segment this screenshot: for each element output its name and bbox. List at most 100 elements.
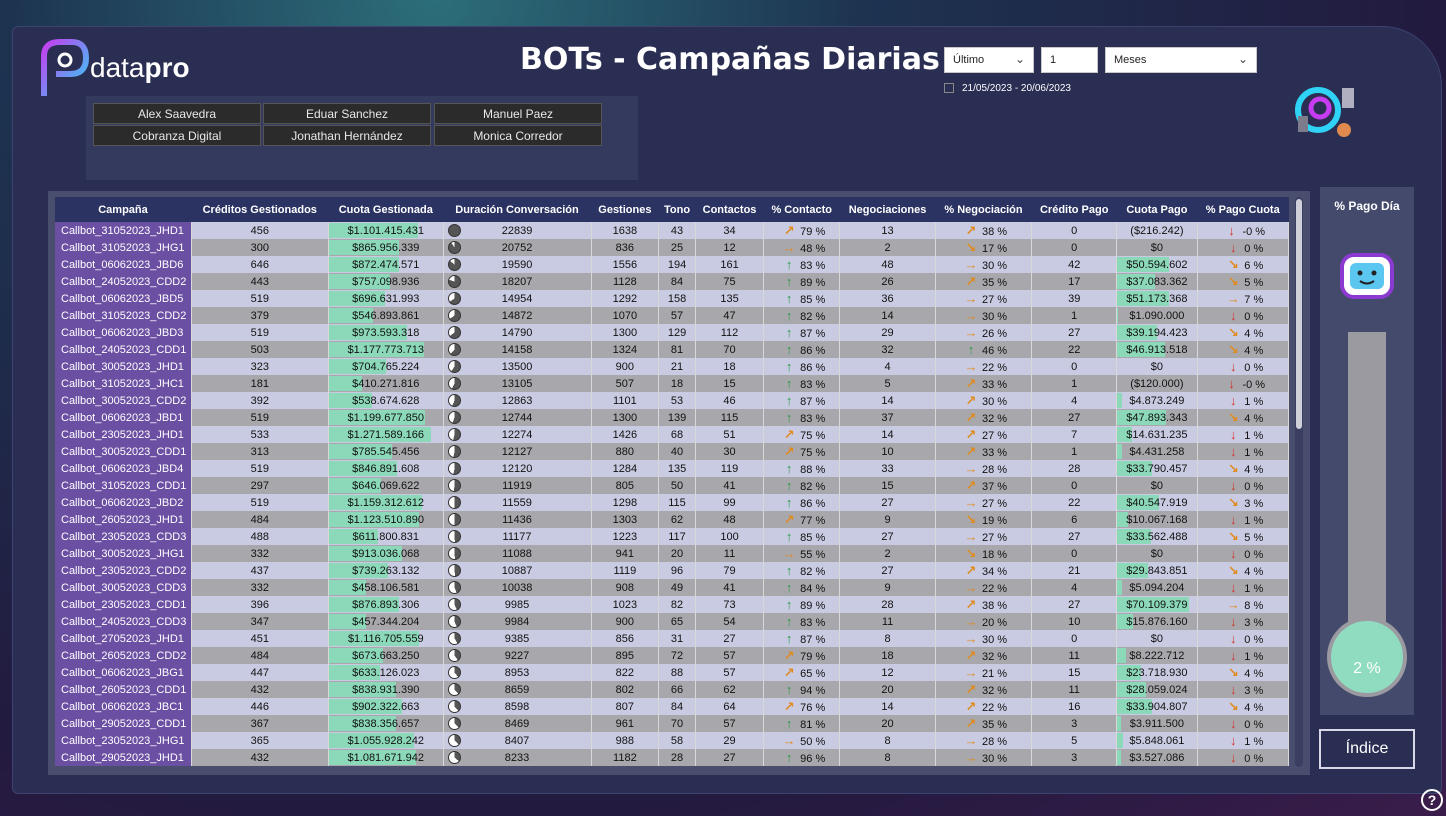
table-row[interactable]: Callbot_23052023_JHD1 533 $1.271.589.166 12… <box>55 426 1289 443</box>
gestiones: 1303 <box>591 511 660 528</box>
column-header[interactable]: % Contacto <box>763 197 840 222</box>
tono: 21 <box>658 358 696 375</box>
tono: 88 <box>658 664 696 681</box>
column-header[interactable]: Duración Conversación <box>443 197 592 222</box>
table-row[interactable]: Callbot_30052023_CDD2 392 $538.674.628 1286… <box>55 392 1289 409</box>
trend-arrow-icon: ↗ <box>783 222 795 238</box>
scrollbar-thumb[interactable] <box>1296 199 1302 429</box>
agent-button[interactable]: Monica Corredor <box>434 125 602 146</box>
table-row[interactable]: Callbot_26052023_JHD1 484 $1.123.510.890 11… <box>55 511 1289 528</box>
gestiones: 1300 <box>591 409 660 426</box>
agent-button[interactable]: Alex Saavedra <box>93 103 261 124</box>
trend-arrow-icon: ↗ <box>783 698 795 714</box>
table-row[interactable]: Callbot_06062023_JBC1 446 $902.322.663 8598… <box>55 698 1289 715</box>
column-header[interactable]: Negociaciones <box>839 197 936 222</box>
pct-contacto: ↗ 65 % <box>763 664 841 681</box>
pct-pago-cuota: → 7 % <box>1197 290 1289 307</box>
table-row[interactable]: Callbot_30052023_CDD3 332 $458.106.581 1003… <box>55 579 1289 596</box>
duracion-conversacion: 20752 <box>443 239 592 256</box>
table-row[interactable]: Callbot_24052023_CDD1 503 $1.177.773.713 14… <box>55 341 1289 358</box>
table-row[interactable]: Callbot_06062023_JBD6 646 $872.474.571 1959… <box>55 256 1289 273</box>
column-header[interactable]: Contactos <box>695 197 764 222</box>
table-row[interactable]: Callbot_29052023_JHD1 432 $1.081.671.942 82… <box>55 749 1289 766</box>
column-header[interactable]: Cuota Pago <box>1116 197 1197 222</box>
trend-arrow-icon: ↓ <box>1230 580 1237 595</box>
trend-arrow-icon: ↗ <box>965 222 977 238</box>
indice-button[interactable]: Índice <box>1319 729 1415 769</box>
table-row[interactable]: Callbot_23052023_CDD3 488 $611.800.831 1117… <box>55 528 1289 545</box>
negociaciones: 14 <box>839 392 936 409</box>
agent-button[interactable]: Cobranza Digital <box>93 125 261 146</box>
table-row[interactable]: Callbot_23052023_CDD1 396 $876.893.306 9985… <box>55 596 1289 613</box>
column-header[interactable]: % Negociación <box>935 197 1032 222</box>
count-input[interactable]: 1 <box>1041 47 1098 73</box>
column-header[interactable]: Créditos Gestionados <box>191 197 329 222</box>
duracion-conversacion: 8469 <box>443 715 592 732</box>
gauge-value: 2 % <box>1353 660 1381 677</box>
trend-arrow-icon: ↘ <box>1227 256 1239 272</box>
cell-value: 88 % <box>800 464 826 476</box>
cell-value: 3 % <box>1244 685 1264 697</box>
pct-pago-cuota: ↓ 0 % <box>1197 358 1289 375</box>
pct-negociacion: ↗ 33 % <box>935 443 1033 460</box>
table-row[interactable]: Callbot_29052023_CDD1 367 $838.356.657 8469… <box>55 715 1289 732</box>
table-row[interactable]: Callbot_23052023_JHG1 365 $1.055.928.242 84… <box>55 732 1289 749</box>
column-header[interactable]: Crédito Pago <box>1031 197 1117 222</box>
unit-select[interactable]: Meses ⌄ <box>1105 47 1257 73</box>
bar-fill <box>1117 308 1119 323</box>
agent-button[interactable]: Jonathan Hernández <box>263 125 431 146</box>
table-row[interactable]: Callbot_31052023_CDD2 379 $546.893.861 1487… <box>55 307 1289 324</box>
table-row[interactable]: Callbot_31052023_JHC1 181 $410.271.816 1310… <box>55 375 1289 392</box>
table-row[interactable]: Callbot_23052023_CDD2 437 $739.263.132 1088… <box>55 562 1289 579</box>
duracion-conversacion: 11436 <box>443 511 592 528</box>
table-row[interactable]: Callbot_31052023_CDD1 297 $646.069.622 1191… <box>55 477 1289 494</box>
negociaciones: 5 <box>839 375 936 392</box>
table-row[interactable]: Callbot_06062023_JBD3 519 $973.593.318 1479… <box>55 324 1289 341</box>
column-header[interactable]: % Pago Cuota <box>1197 197 1289 222</box>
column-header[interactable]: Cuota Gestionada <box>328 197 443 222</box>
table-row[interactable]: Callbot_06062023_JBD4 519 $846.891.608 1212… <box>55 460 1289 477</box>
table-row[interactable]: Callbot_06062023_JBG1 447 $633.126.023 8953… <box>55 664 1289 681</box>
table-row[interactable]: Callbot_26052023_CDD1 432 $838.931.390 8659… <box>55 681 1289 698</box>
table-row[interactable]: Callbot_30052023_CDD1 313 $785.545.456 1212… <box>55 443 1289 460</box>
pct-negociacion: ↘ 18 % <box>935 545 1033 562</box>
column-header[interactable]: Campaña <box>55 197 191 222</box>
table-row[interactable]: Callbot_24052023_CDD2 443 $757.098.936 1820… <box>55 273 1289 290</box>
table-row[interactable]: Callbot_06062023_JBD1 519 $1.199.677.850 12… <box>55 409 1289 426</box>
table-row[interactable]: Callbot_31052023_JHG1 300 $865.956.339 2075… <box>55 239 1289 256</box>
table-row[interactable]: Callbot_06062023_JBD2 519 $1.159.312.612 11… <box>55 494 1289 511</box>
table-row[interactable]: Callbot_24052023_CDD3 347 $457.344.204 9984… <box>55 613 1289 630</box>
agent-button[interactable]: Eduar Sanchez <box>263 103 431 124</box>
cell-value: 32 % <box>981 650 1008 663</box>
tono: 81 <box>658 341 696 358</box>
help-icon[interactable]: ? <box>1421 789 1443 811</box>
table-row[interactable]: Callbot_30052023_JHD1 323 $704.765.224 1350… <box>55 358 1289 375</box>
cell-value: $5.094.204 <box>1129 581 1185 594</box>
gestiones: 507 <box>591 375 660 392</box>
credito-pago: 42 <box>1031 256 1118 273</box>
table-row[interactable]: Callbot_30052023_JHG1 332 $913.036.068 1108… <box>55 545 1289 562</box>
cell-value: 75 % <box>800 446 826 459</box>
contactos: 48 <box>695 511 765 528</box>
trend-arrow-icon: ↑ <box>785 393 793 408</box>
agent-button[interactable]: Manuel Paez <box>434 103 602 124</box>
pct-contacto: ↑ 81 % <box>763 715 841 732</box>
duracion-conversacion: 11088 <box>443 545 592 562</box>
duration-pie-icon <box>447 258 461 271</box>
duration-pie-icon <box>447 428 461 441</box>
table-row[interactable]: Callbot_26052023_CDD2 484 $673.663.250 9227… <box>55 647 1289 664</box>
table-row[interactable]: Callbot_06062023_JBD5 519 $696.631.993 1495… <box>55 290 1289 307</box>
pct-negociacion: → 21 % <box>935 664 1033 681</box>
cell-value: $1.177.773.713 <box>347 343 424 356</box>
column-header[interactable]: Gestiones <box>591 197 659 222</box>
table-scrollbar[interactable] <box>1295 197 1303 767</box>
table-row[interactable]: Callbot_31052023_JHD1 456 $1.101.415.431 22… <box>55 222 1289 239</box>
table-row[interactable]: Callbot_27052023_JHD1 451 $1.116.705.559 93… <box>55 630 1289 647</box>
trend-arrow-icon: ↘ <box>1227 341 1239 357</box>
gestiones: 988 <box>591 732 660 749</box>
cell-value: $0 <box>1150 479 1164 492</box>
trend-arrow-icon: ↑ <box>785 478 793 493</box>
trend-arrow-icon: ↗ <box>965 426 977 442</box>
column-header[interactable]: Tono <box>658 197 696 222</box>
period-select[interactable]: Último ⌄ <box>944 47 1034 73</box>
